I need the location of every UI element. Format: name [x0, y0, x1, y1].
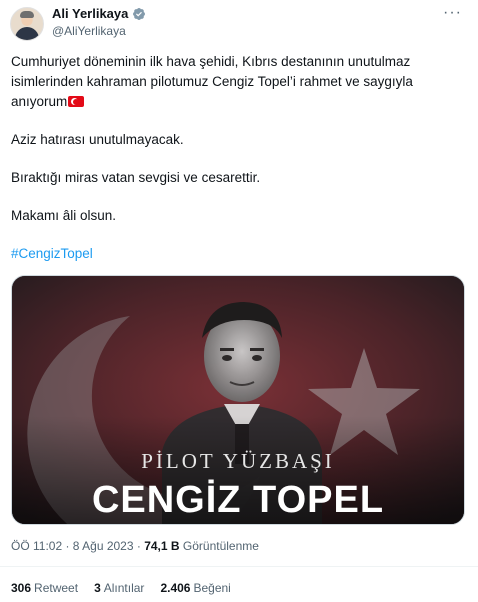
author-handle[interactable]: @AliYerlikaya [52, 24, 126, 38]
retweets-stat[interactable]: 306 Retweet [11, 581, 78, 595]
likes-count: 2.406 [160, 581, 191, 595]
tweet-paragraph-2: Aziz hatırası unutulmayacak. [11, 132, 184, 147]
tweet-timestamp[interactable]: ÖÖ 11:02 · 8 Ağu 2023 · [11, 539, 144, 553]
views-count: 74,1 B [144, 539, 180, 553]
retweets-label: Retweet [34, 581, 79, 595]
engagement-stats: 306 Retweet 3 Alıntılar 2.406 Beğeni [11, 581, 231, 595]
tweet-paragraph-3: Bıraktığı miras vatan sevgisi ve cesaret… [11, 170, 261, 185]
media-title: CENGİZ TOPEL [92, 479, 384, 521]
tweet-text: Cumhuriyet döneminin ilk hava şehidi, Kı… [11, 52, 451, 282]
retweets-count: 306 [11, 581, 32, 595]
tweet-media-image[interactable]: PİLOT YÜZBAŞI CENGİZ TOPEL [11, 275, 465, 525]
author-avatar[interactable] [10, 7, 44, 41]
likes-stat[interactable]: 2.406 Beğeni [160, 581, 230, 595]
quotes-count: 3 [94, 581, 101, 595]
more-options-icon[interactable]: ··· [443, 4, 462, 22]
views-label: Görüntülenme [182, 539, 259, 553]
tweet-paragraph-4: Makamı âli olsun. [11, 208, 117, 223]
author-name[interactable]: Ali Yerlikaya [52, 6, 128, 21]
likes-label: Beğeni [193, 581, 231, 595]
verified-badge-icon [133, 7, 146, 20]
quotes-label: Alıntılar [103, 581, 145, 595]
tweet-paragraph-1: Cumhuriyet döneminin ilk hava şehidi, Kı… [11, 52, 451, 112]
divider [0, 566, 478, 567]
quotes-stat[interactable]: 3 Alıntılar [94, 581, 144, 595]
tweet-meta: ÖÖ 11:02 · 8 Ağu 2023 · 74,1 B Görüntüle… [11, 539, 259, 553]
hashtag-link[interactable]: #CengizTopel [11, 244, 451, 264]
media-subtitle: PİLOT YÜZBAŞI [141, 449, 335, 473]
author-name-row: Ali Yerlikaya [52, 6, 146, 21]
turkey-flag-icon [68, 96, 85, 107]
media-artwork: PİLOT YÜZBAŞI CENGİZ TOPEL [12, 276, 464, 524]
